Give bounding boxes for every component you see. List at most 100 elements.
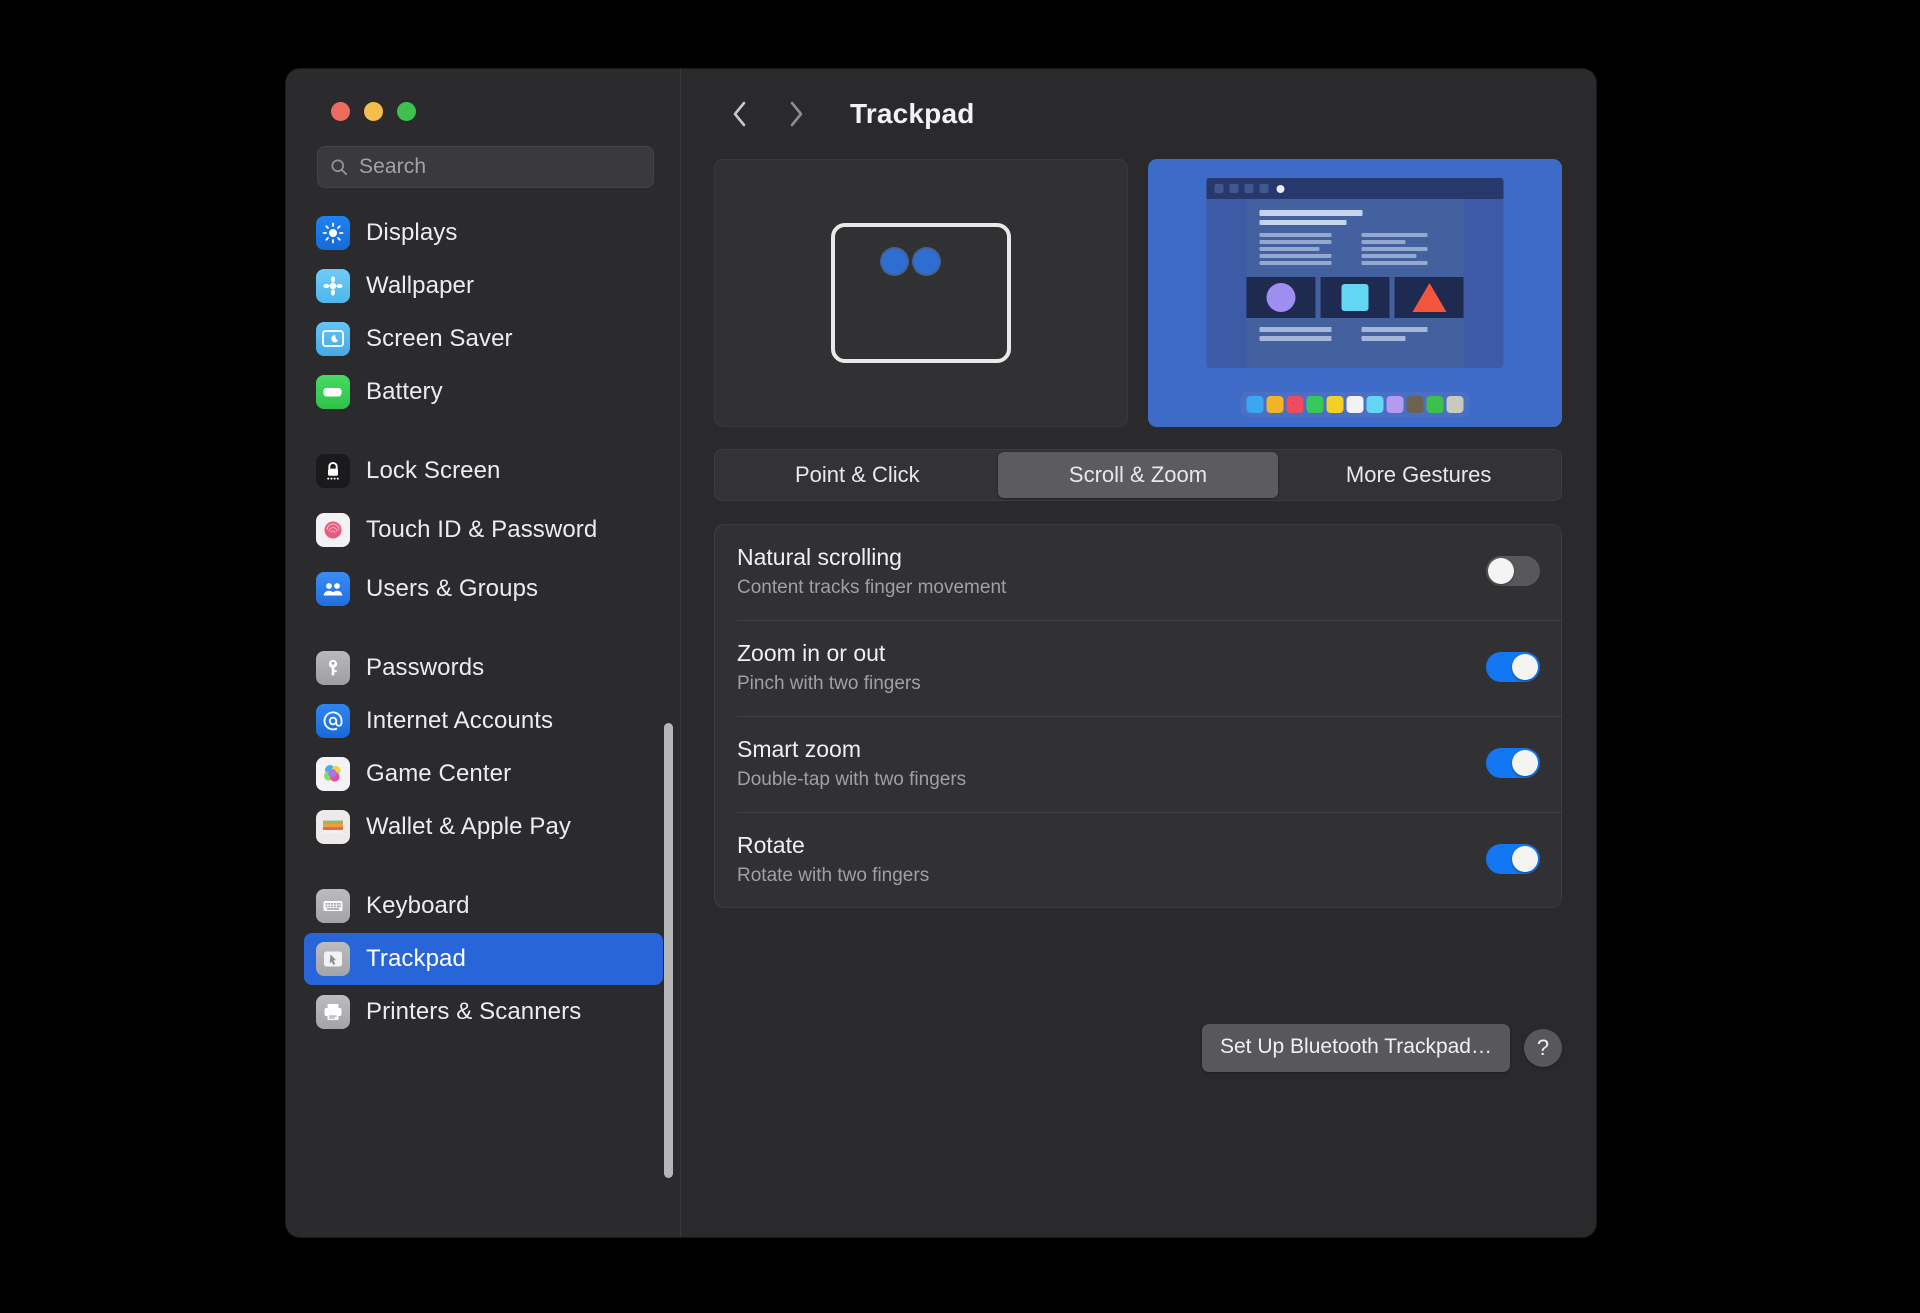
sidebar-item-battery[interactable]: Battery	[304, 366, 663, 418]
mock-text-line	[1361, 261, 1428, 265]
trackpad-icon	[316, 942, 350, 976]
toggle-knob	[1512, 846, 1538, 872]
search-icon	[331, 159, 348, 176]
toggle-rotate[interactable]	[1486, 844, 1540, 874]
mock-text-line	[1259, 261, 1332, 265]
setting-row-natural-scrolling: Natural scrolling Content tracks finger …	[714, 524, 1562, 620]
back-button[interactable]	[716, 90, 764, 138]
mock-text-line	[1361, 327, 1428, 332]
sidebar-item-label: Displays	[366, 219, 458, 247]
users-icon	[316, 572, 350, 606]
setting-row-rotate: Rotate Rotate with two fingers	[714, 812, 1562, 908]
dock-icon	[1246, 396, 1264, 413]
sidebar-item-lock-screen[interactable]: Lock Screen	[304, 445, 663, 497]
sidebar-item-label: Game Center	[366, 760, 512, 788]
sidebar-item-wallet-apple-pay[interactable]: Wallet & Apple Pay	[304, 801, 663, 853]
tab-more-gestures[interactable]: More Gestures	[1278, 452, 1559, 498]
mock-text-line	[1259, 247, 1320, 251]
sidebar-item-label: Battery	[366, 378, 443, 406]
window-controls	[286, 69, 680, 121]
content-toolbar: Trackpad	[681, 69, 1596, 159]
finger-dot-left	[882, 249, 907, 274]
mock-thumbnail	[1394, 277, 1464, 318]
dock-icon	[1406, 396, 1424, 413]
sidebar-item-label: Trackpad	[366, 945, 466, 973]
sidebar-item-label: Internet Accounts	[366, 707, 554, 735]
settings-group: Natural scrolling Content tracks finger …	[714, 524, 1562, 908]
set-up-bluetooth-trackpad-button[interactable]: Set Up Bluetooth Trackpad…	[1202, 1024, 1510, 1072]
dock-icon	[1386, 396, 1404, 413]
sidebar-item-label: Wallpaper	[366, 272, 475, 300]
sidebar-scrollbar[interactable]	[664, 723, 673, 1178]
setting-row-smart-zoom: Smart zoom Double-tap with two fingers	[714, 716, 1562, 812]
sidebar-item-screen-saver[interactable]: Screen Saver	[304, 313, 663, 365]
system-settings-window: Search Displays Wallpaper Screen Saver B…	[286, 69, 1596, 1237]
sidebar-scrollbar-thumb[interactable]	[664, 723, 673, 1178]
dock-icon	[1346, 396, 1364, 413]
sidebar-item-trackpad[interactable]: Trackpad	[304, 933, 663, 985]
gesture-tab-bar: Point & Click Scroll & Zoom More Gesture…	[714, 449, 1562, 501]
tab-point-click[interactable]: Point & Click	[717, 452, 998, 498]
sidebar-item-label: Touch ID & Password	[366, 516, 598, 544]
sidebar-item-label: Printers & Scanners	[366, 998, 582, 1026]
sidebar-group-divider	[304, 616, 663, 642]
mock-text-line	[1361, 233, 1428, 237]
sidebar-item-passwords[interactable]: Passwords	[304, 642, 663, 694]
setting-text: Smart zoom Double-tap with two fingers	[737, 736, 1486, 791]
at-sign-icon	[316, 704, 350, 738]
mock-toolbar-dot	[1276, 184, 1285, 193]
wallet-icon	[316, 810, 350, 844]
sidebar-item-internet-accounts[interactable]: Internet Accounts	[304, 695, 663, 747]
setting-text: Natural scrolling Content tracks finger …	[737, 544, 1486, 599]
close-button[interactable]	[331, 102, 350, 121]
gesture-animation-panel	[1148, 159, 1562, 427]
setting-subtitle: Rotate with two fingers	[737, 864, 930, 886]
dock-icon	[1426, 396, 1444, 413]
mock-dock	[1240, 392, 1470, 417]
circle-shape-icon	[1266, 283, 1296, 312]
toggle-natural-scrolling[interactable]	[1486, 556, 1540, 586]
sidebar-item-game-center[interactable]: Game Center	[304, 748, 663, 800]
forward-button[interactable]	[772, 90, 820, 138]
setting-title: Zoom in or out	[737, 639, 886, 666]
mock-text-line	[1259, 254, 1332, 258]
mock-text-line	[1259, 220, 1347, 225]
mock-text-line	[1259, 336, 1332, 341]
game-center-icon	[316, 757, 350, 791]
setting-subtitle: Content tracks finger movement	[737, 576, 1007, 598]
mock-toolbar-button	[1214, 184, 1224, 193]
printer-icon	[316, 995, 350, 1029]
dock-icon	[1306, 396, 1324, 413]
sidebar-item-displays[interactable]: Displays	[304, 207, 663, 259]
setting-subtitle: Double-tap with two fingers	[737, 768, 967, 790]
mock-text-line	[1259, 327, 1332, 332]
sidebar-item-label: Passwords	[366, 654, 485, 682]
toggle-smart-zoom[interactable]	[1486, 748, 1540, 778]
search-field[interactable]: Search	[317, 146, 654, 188]
sidebar-item-wallpaper[interactable]: Wallpaper	[304, 260, 663, 312]
sidebar-item-users-groups[interactable]: Users & Groups	[304, 563, 663, 615]
search-placeholder: Search	[359, 155, 427, 178]
key-icon	[316, 651, 350, 685]
mock-text-line	[1259, 240, 1332, 244]
tab-scroll-zoom[interactable]: Scroll & Zoom	[997, 452, 1279, 498]
sidebar: Search Displays Wallpaper Screen Saver B…	[286, 69, 681, 1237]
mock-text-line	[1259, 210, 1363, 216]
sidebar-item-touch-id-password[interactable]: Touch ID & Password	[304, 498, 663, 562]
touch-id-icon	[316, 513, 350, 547]
help-button[interactable]: ?	[1524, 1029, 1562, 1067]
chevron-left-icon	[733, 101, 746, 127]
sidebar-group-divider	[304, 419, 663, 445]
dock-icon	[1366, 396, 1384, 413]
sidebar-scroll-area: Displays Wallpaper Screen Saver Battery …	[286, 203, 680, 1237]
sidebar-list: Displays Wallpaper Screen Saver Battery …	[286, 207, 680, 1038]
wallpaper-icon	[316, 269, 350, 303]
footer-actions: Set Up Bluetooth Trackpad… ?	[1202, 1024, 1562, 1072]
dock-icon	[1286, 396, 1304, 413]
toggle-zoom-in-or-out[interactable]	[1486, 652, 1540, 682]
sidebar-item-printers-scanners[interactable]: Printers & Scanners	[304, 986, 663, 1038]
mock-text-line	[1361, 336, 1406, 341]
sidebar-item-keyboard[interactable]: Keyboard	[304, 880, 663, 932]
maximize-button[interactable]	[397, 102, 416, 121]
minimize-button[interactable]	[364, 102, 383, 121]
